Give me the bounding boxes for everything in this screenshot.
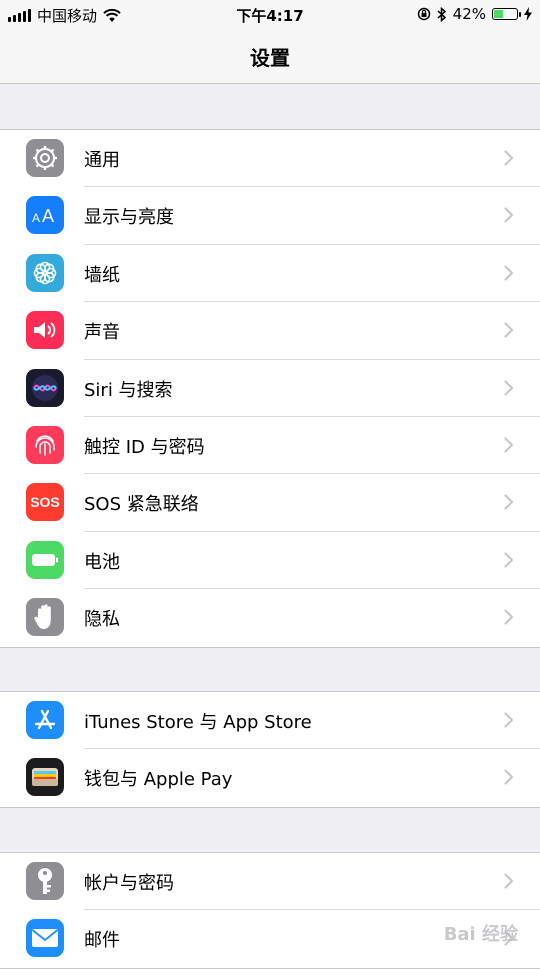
settings-row-siri-0-4[interactable]: Siri 与搜索 bbox=[0, 360, 540, 417]
flower-icon bbox=[26, 253, 64, 292]
app-store-icon bbox=[26, 701, 64, 739]
rotation-lock-icon bbox=[417, 7, 430, 21]
mail-icon bbox=[26, 919, 64, 958]
row-label: SOS 紧急联络 bbox=[84, 494, 199, 516]
row-label: 显示与亮度 bbox=[84, 207, 174, 229]
status-bar: 中国移动 下午4:17 42% bbox=[0, 0, 540, 30]
chevron-right-icon bbox=[504, 494, 514, 510]
wallet-icon bbox=[26, 758, 64, 797]
settings-row-sos-0-6[interactable]: SOS SOS 紧急联络 bbox=[0, 474, 540, 532]
chevron-right-icon bbox=[504, 712, 514, 728]
chevron-right-icon bbox=[504, 322, 514, 338]
row-label: 墙纸 bbox=[84, 264, 120, 286]
row-label: Siri 与搜索 bbox=[84, 379, 173, 401]
chevron-right-icon bbox=[504, 379, 514, 396]
settings-row-flower-0-2[interactable]: 墙纸 bbox=[0, 245, 540, 303]
settings-row-gear-0-0[interactable]: 通用 bbox=[0, 130, 540, 188]
charging-icon bbox=[524, 7, 532, 21]
speaker-icon bbox=[26, 311, 64, 350]
siri-icon bbox=[26, 368, 64, 407]
text-size-icon: AA bbox=[26, 196, 64, 235]
settings-row-text-size-0-1[interactable]: A A 显示与亮度 bbox=[0, 187, 540, 245]
settings-row-app-store-1-0[interactable]: iTunes Store 与 App Store bbox=[0, 692, 540, 750]
chevron-right-icon bbox=[504, 265, 514, 281]
icon-text: SOS bbox=[30, 494, 60, 511]
row-label: 声音 bbox=[84, 322, 120, 344]
row-label: 邮件 bbox=[84, 930, 120, 952]
chevron-right-icon bbox=[504, 150, 514, 166]
settings-row-fingerprint-0-5[interactable]: 触控 ID 与密码 bbox=[0, 417, 540, 475]
row-label: 帐户与密码 bbox=[84, 873, 174, 894]
watermark: Bai 经验 bbox=[443, 924, 518, 945]
chevron-right-icon bbox=[504, 207, 514, 223]
row-label: 钱包与 Apple Pay bbox=[84, 769, 233, 791]
row-label: 触控 ID 与密码 bbox=[84, 436, 205, 458]
chevron-right-icon bbox=[504, 609, 514, 625]
sos-icon: SOS bbox=[26, 483, 64, 522]
settings-row-hand-0-8[interactable]: 隐私 bbox=[0, 589, 540, 646]
row-label: iTunes Store 与 App Store bbox=[84, 712, 312, 733]
bluetooth-icon bbox=[437, 6, 446, 22]
chevron-right-icon bbox=[504, 437, 514, 453]
gear-icon bbox=[26, 139, 64, 177]
fingerprint-icon bbox=[26, 425, 64, 464]
chevron-right-icon bbox=[504, 552, 514, 568]
svg-text:A: A bbox=[32, 211, 40, 225]
svg-text:A: A bbox=[42, 206, 54, 225]
settings-row-key-2-0[interactable]: 帐户与密码 bbox=[0, 853, 540, 911]
hand-icon bbox=[26, 598, 64, 637]
settings-group-3: 帐户与密码 邮件 bbox=[0, 852, 540, 969]
row-label: 通用 bbox=[84, 150, 120, 171]
row-label: 电池 bbox=[84, 551, 120, 573]
row-label: 隐私 bbox=[84, 609, 120, 631]
chevron-right-icon bbox=[504, 873, 514, 889]
settings-group-1: 通用 A A 显示与亮度墙纸声音 Siri 与搜索触控 ID 与密码 SOS SOS 紧急联… bbox=[0, 129, 540, 648]
battery-status-icon bbox=[492, 8, 521, 20]
page-title: 设置 bbox=[250, 46, 290, 70]
settings-row-speaker-0-3[interactable]: 声音 bbox=[0, 302, 540, 360]
settings-row-wallet-1-1[interactable]: 钱包与 Apple Pay bbox=[0, 749, 540, 806]
settings-group-2: iTunes Store 与 App Store 钱包与 Apple Pay bbox=[0, 691, 540, 808]
nav-bar: 设置 bbox=[0, 30, 540, 84]
chevron-right-icon bbox=[504, 769, 514, 785]
settings-row-battery-0-7[interactable]: 电池 bbox=[0, 532, 540, 590]
key-icon bbox=[26, 862, 64, 900]
battery-icon bbox=[26, 540, 64, 579]
battery-percent: 42% bbox=[452, 5, 486, 23]
